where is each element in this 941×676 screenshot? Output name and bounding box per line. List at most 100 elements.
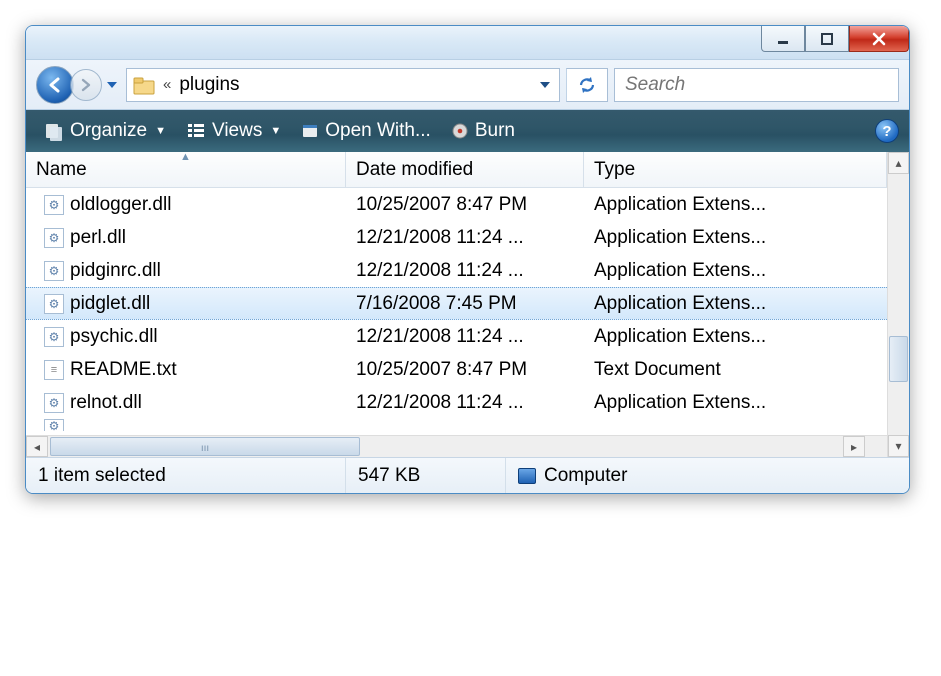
file-name-text: oldlogger.dll <box>70 194 171 216</box>
file-name-cell: oldlogger.dll <box>26 194 346 216</box>
file-name-text: pidglet.dll <box>70 293 150 315</box>
file-date-cell: 12/21/2008 11:24 ... <box>346 392 584 414</box>
horizontal-scrollbar[interactable]: ◂ ııı ▸ <box>26 435 887 457</box>
dll-file-icon <box>44 195 64 215</box>
recent-locations-dropdown[interactable] <box>104 78 120 92</box>
file-date-text: 10/25/2007 8:47 PM <box>356 359 527 380</box>
dll-file-icon <box>44 393 64 413</box>
open-with-button[interactable]: Open With... <box>293 116 439 146</box>
grip-icon: ııı <box>51 438 359 455</box>
svg-text:ııı: ııı <box>201 443 209 454</box>
views-label: Views <box>212 120 262 142</box>
column-headers: ▲ Name Date modified Type <box>26 152 887 188</box>
refresh-icon <box>577 75 597 95</box>
file-name-text: perl.dll <box>70 227 126 249</box>
burn-button[interactable]: Burn <box>443 116 523 146</box>
close-button[interactable] <box>849 26 909 52</box>
file-row[interactable]: pidglet.dll 7/16/2008 7:45 PM Application … <box>26 287 887 320</box>
computer-icon <box>518 468 536 484</box>
file-row[interactable]: relnot.dll 12/21/2008 11:24 ... Applicatio… <box>26 386 887 419</box>
chevron-down-icon: ▼ <box>155 125 166 137</box>
file-type-cell: Application Extens... <box>584 392 887 414</box>
column-name-label: Name <box>36 159 87 181</box>
breadcrumb-current[interactable]: plugins <box>179 74 239 96</box>
file-name-cell: relnot.dll <box>26 392 346 414</box>
folder-icon <box>133 75 155 95</box>
file-list: ▲ Name Date modified Type oldlogger.dll 1… <box>26 152 887 457</box>
file-name-cell: perl.dll <box>26 227 346 249</box>
forward-button[interactable] <box>70 69 102 101</box>
command-bar: Organize ▼ Views ▼ Open With... Burn ? <box>26 110 909 152</box>
file-row[interactable]: oldlogger.dll 10/25/2007 8:47 PM Applicati… <box>26 188 887 221</box>
status-size: 547 KB <box>346 458 506 493</box>
file-date-cell: 10/25/2007 8:47 PM <box>346 359 584 381</box>
text-file-icon <box>44 360 64 380</box>
refresh-button[interactable] <box>566 68 608 102</box>
chevron-down-icon <box>539 80 551 90</box>
column-header-type[interactable]: Type <box>584 152 887 187</box>
open-with-icon <box>301 122 319 140</box>
titlebar <box>26 26 909 60</box>
hscroll-thumb[interactable]: ııı <box>50 437 360 456</box>
file-date-cell: 10/25/2007 8:47 PM <box>346 194 584 216</box>
window-controls <box>761 26 909 52</box>
maximize-button[interactable] <box>805 26 849 52</box>
search-input[interactable] <box>625 74 888 96</box>
column-header-date[interactable]: Date modified <box>346 152 584 187</box>
file-name-cell: pidginrc.dll <box>26 260 346 282</box>
file-name-text: psychic.dll <box>70 326 158 348</box>
file-row[interactable]: pidginrc.dll12/21/2008 11:24 ...Applicat… <box>26 254 887 287</box>
vscroll-thumb[interactable] <box>889 336 908 382</box>
views-menu[interactable]: Views ▼ <box>178 116 289 146</box>
breadcrumb-separator: « <box>163 76 171 93</box>
vertical-scrollbar[interactable]: ▴ ▾ <box>887 152 909 457</box>
file-date-cell: 12/21/2008 11:24 ... <box>346 326 584 348</box>
file-row-partial <box>26 419 887 435</box>
status-bar: 1 item selected 547 KB Computer <box>26 457 909 493</box>
search-box[interactable] <box>614 68 899 102</box>
file-type-cell: Application Extens... <box>584 227 887 249</box>
dll-file-icon <box>44 228 64 248</box>
organize-menu[interactable]: Organize ▼ <box>36 116 174 146</box>
file-name-cell: psychic.dll <box>26 326 346 348</box>
file-row[interactable]: psychic.dll 12/21/2008 11:24 ... Applicati… <box>26 320 887 353</box>
file-name-cell: pidglet.dll <box>26 293 346 315</box>
file-type-cell: Application Extens... <box>584 260 887 282</box>
file-name-text: relnot.dll <box>70 392 142 414</box>
chevron-down-icon <box>106 80 118 90</box>
file-row[interactable]: README.txt10/25/2007 8:47 PMText Documen… <box>26 353 887 386</box>
scroll-left-button[interactable]: ◂ <box>26 436 48 457</box>
chevron-down-icon: ▼ <box>270 125 281 137</box>
file-date-text: 12/21/2008 11:24 ... <box>356 392 524 413</box>
help-button[interactable]: ? <box>875 119 899 143</box>
scroll-right-button[interactable]: ▸ <box>843 436 865 457</box>
scroll-down-button[interactable]: ▾ <box>888 435 909 457</box>
scroll-corner <box>865 436 887 457</box>
column-date-label: Date modified <box>356 159 473 181</box>
explorer-window: « plugins Organize ▼ <box>25 25 910 494</box>
organize-label: Organize <box>70 120 147 142</box>
status-location: Computer <box>506 458 639 493</box>
address-dropdown[interactable] <box>537 80 553 90</box>
file-type-text: Application Extens... <box>594 326 766 347</box>
organize-icon <box>44 121 64 141</box>
file-type-text: Application Extens... <box>594 194 766 215</box>
file-rows: oldlogger.dll 10/25/2007 8:47 PM Applicati… <box>26 188 887 419</box>
dll-file-icon <box>44 294 64 314</box>
file-row[interactable]: perl.dll12/21/2008 11:24 ...Application … <box>26 221 887 254</box>
dll-file-icon <box>44 327 64 347</box>
scroll-up-button[interactable]: ▴ <box>888 152 909 174</box>
minimize-button[interactable] <box>761 26 805 52</box>
open-with-label: Open With... <box>325 120 431 142</box>
address-bar[interactable]: « plugins <box>126 68 560 102</box>
vscroll-track[interactable] <box>888 174 909 435</box>
file-type-cell: Application Extens... <box>584 326 887 348</box>
file-type-text: Application Extens... <box>594 293 766 314</box>
file-type-cell: Application Extens... <box>584 293 887 315</box>
file-type-text: Application Extens... <box>594 392 766 413</box>
file-date-text: 7/16/2008 7:45 PM <box>356 293 517 314</box>
hscroll-track[interactable]: ııı <box>48 436 843 457</box>
file-date-text: 10/25/2007 8:47 PM <box>356 194 527 215</box>
back-button[interactable] <box>36 66 74 104</box>
column-header-name[interactable]: ▲ Name <box>26 152 346 187</box>
